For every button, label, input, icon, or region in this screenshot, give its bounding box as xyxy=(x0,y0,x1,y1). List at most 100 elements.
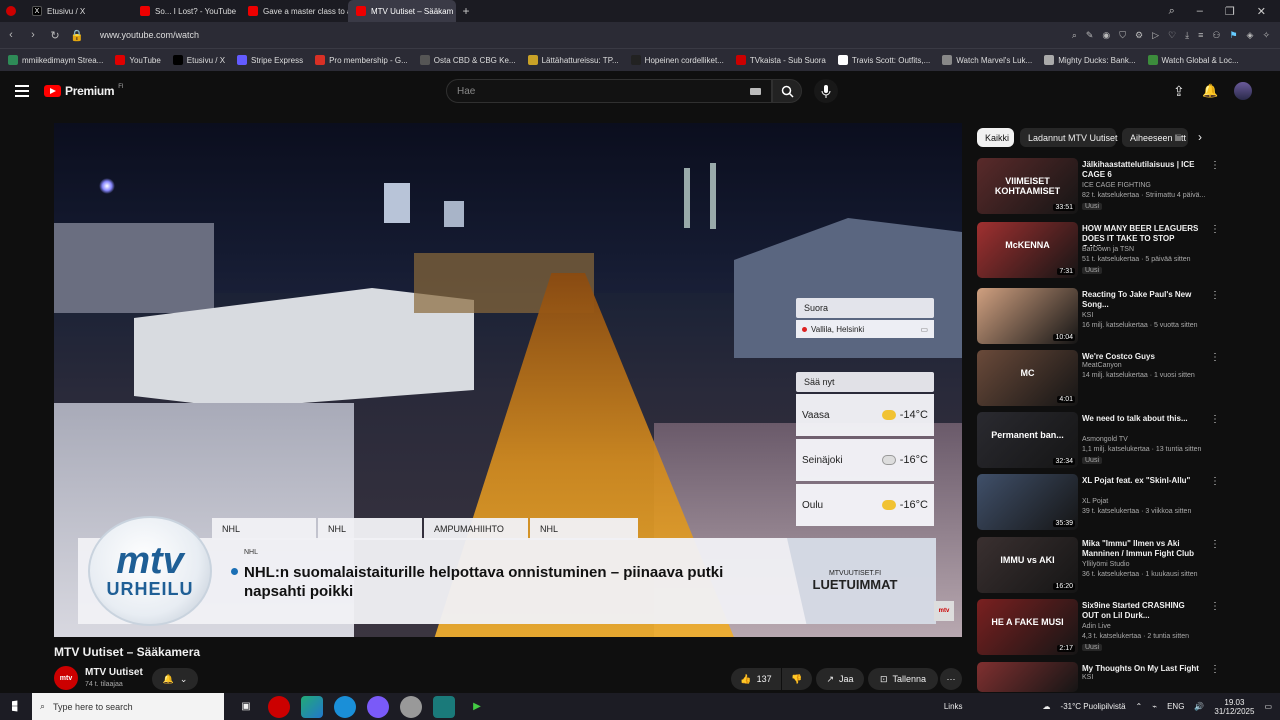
more-actions-button[interactable]: ⋯ xyxy=(940,668,962,690)
recommended-video[interactable]: HE A FAKE MUSI 2:17 Six9ine Started CRASHI… xyxy=(977,599,1267,657)
more-options-icon[interactable]: ⋮ xyxy=(1210,664,1220,675)
maximize-button[interactable]: ❐ xyxy=(1225,5,1235,18)
video-thumbnail[interactable]: 35:39 xyxy=(977,474,1078,530)
youtube-logo[interactable]: Premium FI xyxy=(44,84,124,98)
dislike-button[interactable]: 👎 xyxy=(782,668,812,690)
bookmark-item[interactable]: Travis Scott: Outfits,... xyxy=(837,55,930,65)
more-options-icon[interactable]: ⋮ xyxy=(1210,160,1220,171)
close-button[interactable]: ✕ xyxy=(1257,5,1266,18)
bookmark-item[interactable]: Etusivu / X xyxy=(172,55,225,65)
video-thumbnail[interactable]: IMMU vs AKI 16:20 xyxy=(977,537,1078,593)
weather-icon[interactable]: ☁ xyxy=(1043,702,1051,711)
new-tab-button[interactable]: + xyxy=(456,4,476,18)
recommended-video[interactable]: IMMU vs AKI 16:20 Mika "Immu" Ilmen vs Aki… xyxy=(977,537,1267,595)
bookmark-item[interactable]: Osta CBD & CBG Ke... xyxy=(419,55,516,65)
browser-tab[interactable]: Gave a master class to a b xyxy=(240,0,348,22)
taskbar-weather[interactable]: -31°C Puolipilvistä xyxy=(1061,702,1126,711)
url-field[interactable]: www.youtube.com/watch xyxy=(100,30,199,40)
keyboard-icon[interactable] xyxy=(750,88,761,95)
video-thumbnail[interactable] xyxy=(977,662,1078,692)
bookmark-item[interactable]: Mighty Ducks: Bank... xyxy=(1044,55,1136,65)
recommended-video[interactable]: VIIMEISET KOHTAAMISET 33:51 Jälkihaastatte… xyxy=(977,158,1267,216)
video-player[interactable]: Suora Vallila, Helsinki ▭ Sää nyt Vaasa … xyxy=(54,123,962,637)
video-thumbnail[interactable]: McKENNA 7:31 xyxy=(977,222,1078,278)
chevron-right-icon[interactable]: › xyxy=(1198,130,1202,144)
chip-channel[interactable]: Ladannut MTV Uutiset xyxy=(1020,128,1118,147)
bookmark-item[interactable]: Pro membership - G... xyxy=(315,55,408,65)
language-indicator[interactable]: ENG xyxy=(1167,702,1184,711)
microphone-icon[interactable] xyxy=(814,79,838,103)
video-thumbnail[interactable]: VIIMEISET KOHTAAMISET 33:51 xyxy=(977,158,1078,214)
recommended-video[interactable]: My Thoughts On My Last Fight KSI ⋮ xyxy=(977,662,1267,693)
bookmark-item[interactable]: TVkaista - Sub Suora xyxy=(735,55,826,65)
channel-name[interactable]: MTV Uutiset xyxy=(85,667,143,678)
reload-icon[interactable]: ↻ xyxy=(44,29,66,42)
notification-center-icon[interactable]: ▭ xyxy=(1264,702,1272,711)
notifications-icon[interactable]: 🔔 xyxy=(1202,83,1218,99)
recommended-video[interactable]: McKENNA 7:31 HOW MANY BEER LEAGUERS DOES I… xyxy=(977,222,1267,280)
bookmark-item[interactable]: Watch Marvel's Luk... xyxy=(942,55,1032,65)
bookmark-item[interactable]: mmiikedimaym Strea... xyxy=(8,55,103,65)
more-options-icon[interactable]: ⋮ xyxy=(1210,601,1220,612)
play-app-icon[interactable]: ▶ xyxy=(466,696,488,718)
extension-icon[interactable]: ⚙ xyxy=(1135,30,1143,41)
windows-start-icon[interactable] xyxy=(12,700,18,712)
search-tabs-icon[interactable]: ⌕ xyxy=(1169,5,1175,18)
share-button[interactable]: ↗ Jaa xyxy=(816,668,864,690)
opera-icon[interactable] xyxy=(0,0,24,22)
video-thumbnail[interactable]: MC 4:01 xyxy=(977,350,1078,406)
forward-icon[interactable]: › xyxy=(22,29,44,41)
edit-icon[interactable]: ✎ xyxy=(1086,30,1094,41)
like-button[interactable]: 👍 137 xyxy=(731,668,781,690)
photos-icon[interactable] xyxy=(301,695,323,718)
clock[interactable]: 19.03 31/12/2025 xyxy=(1214,698,1254,716)
play-icon[interactable]: ▷ xyxy=(1152,30,1159,41)
search-button[interactable] xyxy=(772,79,802,103)
recommended-video[interactable]: 10:04 Reacting To Jake Paul's New Song...… xyxy=(977,288,1267,346)
chip-related[interactable]: Aiheeseen liitt xyxy=(1122,128,1188,147)
minimize-button[interactable]: – xyxy=(1197,5,1203,17)
recommended-video[interactable]: MC 4:01 We're Costco Guys MeatCanyon 14 milj… xyxy=(977,350,1267,408)
menu-icon[interactable]: ≡ xyxy=(1198,30,1203,40)
opera-icon[interactable] xyxy=(268,695,290,718)
video-thumbnail[interactable]: 10:04 xyxy=(977,288,1078,344)
more-options-icon[interactable]: ⋮ xyxy=(1210,290,1220,301)
task-view-icon[interactable]: ▣ xyxy=(235,696,257,718)
browser-tab[interactable]: X Etusivu / X xyxy=(24,0,132,22)
browser-tab-active[interactable]: MTV Uutiset – Sääkam xyxy=(348,0,456,22)
account-icon[interactable]: ⚇ xyxy=(1212,30,1220,41)
more-options-icon[interactable]: ⋮ xyxy=(1210,224,1220,235)
app-icon[interactable] xyxy=(400,695,422,718)
recommended-video[interactable]: Permanent ban... 32:34 We need to talk abo… xyxy=(977,412,1267,470)
hamburger-menu-icon[interactable] xyxy=(15,85,29,97)
volume-icon[interactable]: 🔊 xyxy=(1194,702,1204,711)
back-icon[interactable]: ‹ xyxy=(0,29,22,41)
bookmark-item[interactable]: YouTube xyxy=(115,55,161,65)
edge-icon[interactable] xyxy=(334,695,356,718)
network-icon[interactable]: ⌁ xyxy=(1152,702,1157,711)
ai-icon[interactable]: ✧ xyxy=(1262,30,1270,41)
camera-icon[interactable]: ◉ xyxy=(1102,30,1110,41)
heart-icon[interactable]: ♡ xyxy=(1168,30,1176,41)
browser-tab[interactable]: So... I Lost? - YouTube xyxy=(132,0,240,22)
avatar[interactable] xyxy=(1234,82,1252,100)
discord-icon[interactable] xyxy=(367,695,389,718)
download-icon[interactable]: ⤓ xyxy=(1185,30,1189,41)
more-options-icon[interactable]: ⋮ xyxy=(1210,352,1220,363)
more-options-icon[interactable]: ⋮ xyxy=(1210,539,1220,550)
recommended-video[interactable]: 35:39 XL Pojat feat. ex "Skinl-Allu" XL Po… xyxy=(977,474,1267,532)
more-options-icon[interactable]: ⋮ xyxy=(1210,476,1220,487)
subscribed-bell-button[interactable]: 🔔 ⌄ xyxy=(152,668,198,690)
bookmark-item[interactable]: Stripe Express xyxy=(237,55,303,65)
video-thumbnail[interactable]: Permanent ban... 32:34 xyxy=(977,412,1078,468)
save-button[interactable]: ⊡ Tallenna xyxy=(868,668,938,690)
cube-icon[interactable]: ◈ xyxy=(1247,30,1254,41)
bookmark-item[interactable]: Watch Global & Loc... xyxy=(1147,55,1239,65)
puzzle-icon[interactable]: ⚑ xyxy=(1229,30,1237,41)
upload-icon[interactable]: ⇪ xyxy=(1173,83,1185,100)
zoom-icon[interactable]: ⌕ xyxy=(1072,30,1077,41)
channel-avatar[interactable]: mtv xyxy=(54,666,78,690)
taskbar-search-input[interactable]: ⌕ Type here to search xyxy=(32,693,224,720)
bookmark-item[interactable]: Lättähattureissu: TP... xyxy=(527,55,619,65)
chevron-up-icon[interactable]: ⌃ xyxy=(1136,702,1143,711)
